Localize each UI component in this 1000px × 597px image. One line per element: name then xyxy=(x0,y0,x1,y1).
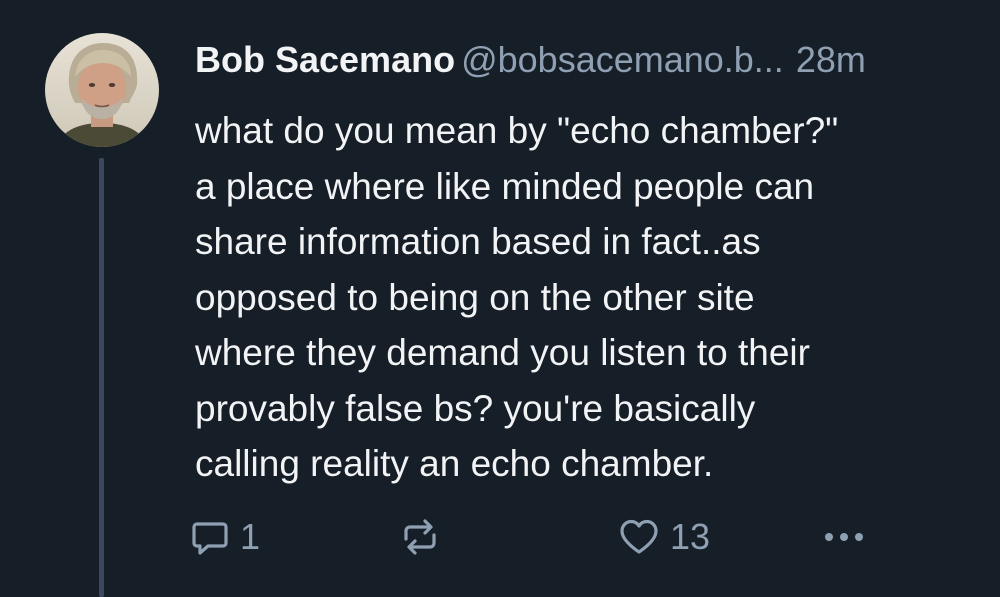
avatar[interactable] xyxy=(45,33,159,147)
reply-icon xyxy=(192,522,228,555)
repost-button[interactable] xyxy=(398,510,452,564)
post-body-line: provably false bs? you're basically xyxy=(195,387,756,429)
post-body-line: a place where like minded people can xyxy=(195,165,815,207)
thread-line xyxy=(99,158,104,597)
more-options-button[interactable] xyxy=(820,510,868,564)
author-display-name[interactable]: Bob Sacemano xyxy=(195,39,455,80)
post-body-line: where they demand you listen to their xyxy=(195,332,810,373)
repost-icon xyxy=(404,519,436,555)
post-body-line: share information based in fact..as xyxy=(195,221,761,262)
reply-count: 1 xyxy=(240,516,261,557)
post-timestamp[interactable]: 28m xyxy=(796,39,866,80)
post-body: what do you mean by "echo chamber?" a pl… xyxy=(195,103,985,492)
more-icon xyxy=(825,533,863,541)
post-body-line: calling reality an echo chamber. xyxy=(195,443,714,484)
reply-button[interactable]: 1 xyxy=(190,510,260,564)
post-header: Bob Sacemano @bobsacemano.b... 28m xyxy=(195,38,1000,82)
like-button[interactable]: 13 xyxy=(618,510,710,564)
like-icon xyxy=(620,519,658,554)
post-body-line: opposed to being on the other site xyxy=(195,276,755,318)
like-count: 13 xyxy=(670,516,711,557)
post-actions: 1 13 xyxy=(190,510,890,564)
post-body-line: what do you mean by "echo chamber?" xyxy=(195,110,839,151)
author-handle[interactable]: @bobsacemano.b... xyxy=(461,39,784,80)
avatar-image xyxy=(45,33,159,147)
post[interactable]: Bob Sacemano @bobsacemano.b... 28m what do… xyxy=(0,0,1000,597)
